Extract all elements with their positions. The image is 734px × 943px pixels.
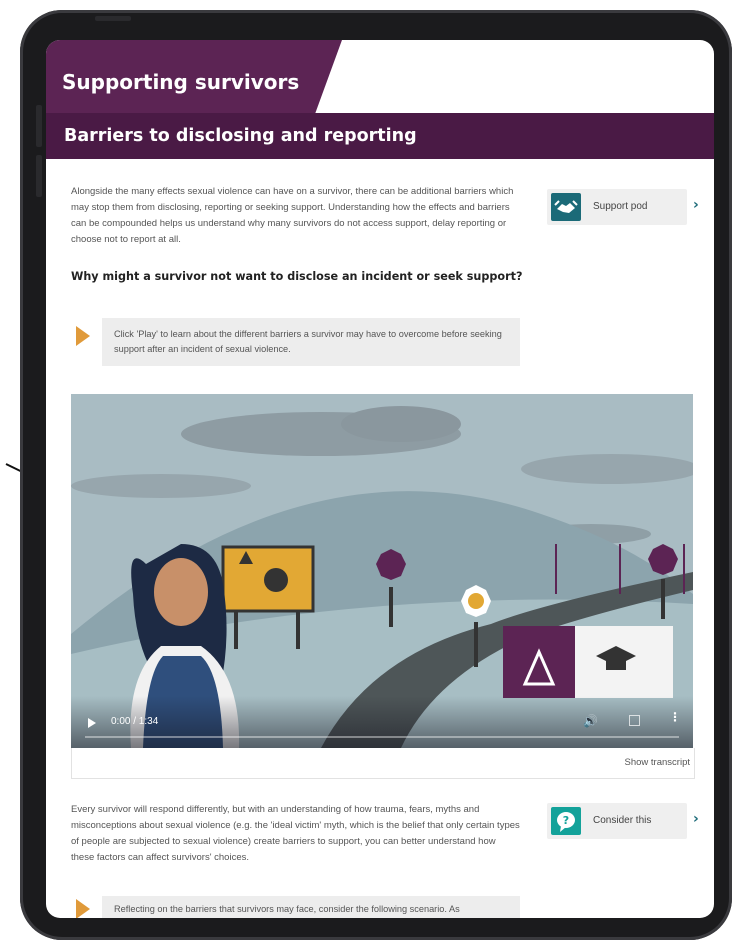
- play-icon[interactable]: [88, 718, 96, 728]
- question-bubble-icon: ?: [551, 807, 581, 835]
- handshake-icon: [551, 193, 581, 221]
- video-time: 0:00 / 1:34: [111, 716, 159, 727]
- volume-up-button: [36, 105, 42, 147]
- video-progress-bar[interactable]: [85, 736, 679, 738]
- chevron-right-icon: ›: [693, 197, 699, 213]
- svg-text:?: ?: [563, 814, 569, 827]
- scenario-instruction-text: Reflecting on the barriers that survivor…: [114, 904, 460, 914]
- consider-this-label: Consider this: [593, 815, 652, 826]
- show-transcript-link[interactable]: Show transcript: [625, 757, 690, 768]
- video-frame-illustration: [71, 394, 693, 748]
- followup-paragraph: Every survivor will respond differently,…: [71, 804, 520, 863]
- intro-paragraph: Alongside the many effects sexual violen…: [71, 186, 514, 245]
- instruction-box: Click 'Play' to learn about the differen…: [102, 318, 520, 366]
- scenario-instruction-box: Reflecting on the barriers that survivor…: [102, 896, 520, 918]
- instruction-text: Click 'Play' to learn about the differen…: [114, 329, 502, 354]
- video-controls: 0:00 / 1:34 🔊 ⋮: [71, 696, 693, 748]
- chevron-marker-icon: [76, 326, 90, 346]
- video-player[interactable]: 0:00 / 1:34 🔊 ⋮: [71, 394, 693, 748]
- more-options-icon[interactable]: ⋮: [669, 710, 681, 724]
- support-pod-label: Support pod: [593, 201, 648, 212]
- volume-icon[interactable]: 🔊: [583, 714, 598, 728]
- tablet-screen: Supporting survivors Barriers to disclos…: [46, 40, 714, 918]
- question-heading: Why might a survivor not want to disclos…: [71, 270, 523, 283]
- transcript-bar: Show transcript: [71, 748, 695, 779]
- volume-down-button: [36, 155, 42, 197]
- support-pod-button[interactable]: Support pod ›: [547, 189, 699, 225]
- power-button: [95, 16, 131, 21]
- consider-this-button[interactable]: ? Consider this ›: [547, 803, 699, 839]
- course-title-banner: Supporting survivors: [46, 40, 342, 113]
- section-title: Barriers to disclosing and reporting: [64, 126, 417, 146]
- course-title: Supporting survivors: [62, 70, 300, 94]
- fullscreen-icon[interactable]: [629, 715, 640, 726]
- chevron-marker-icon: [76, 899, 90, 918]
- section-header: Barriers to disclosing and reporting: [46, 113, 714, 159]
- chevron-right-icon: ›: [693, 811, 699, 827]
